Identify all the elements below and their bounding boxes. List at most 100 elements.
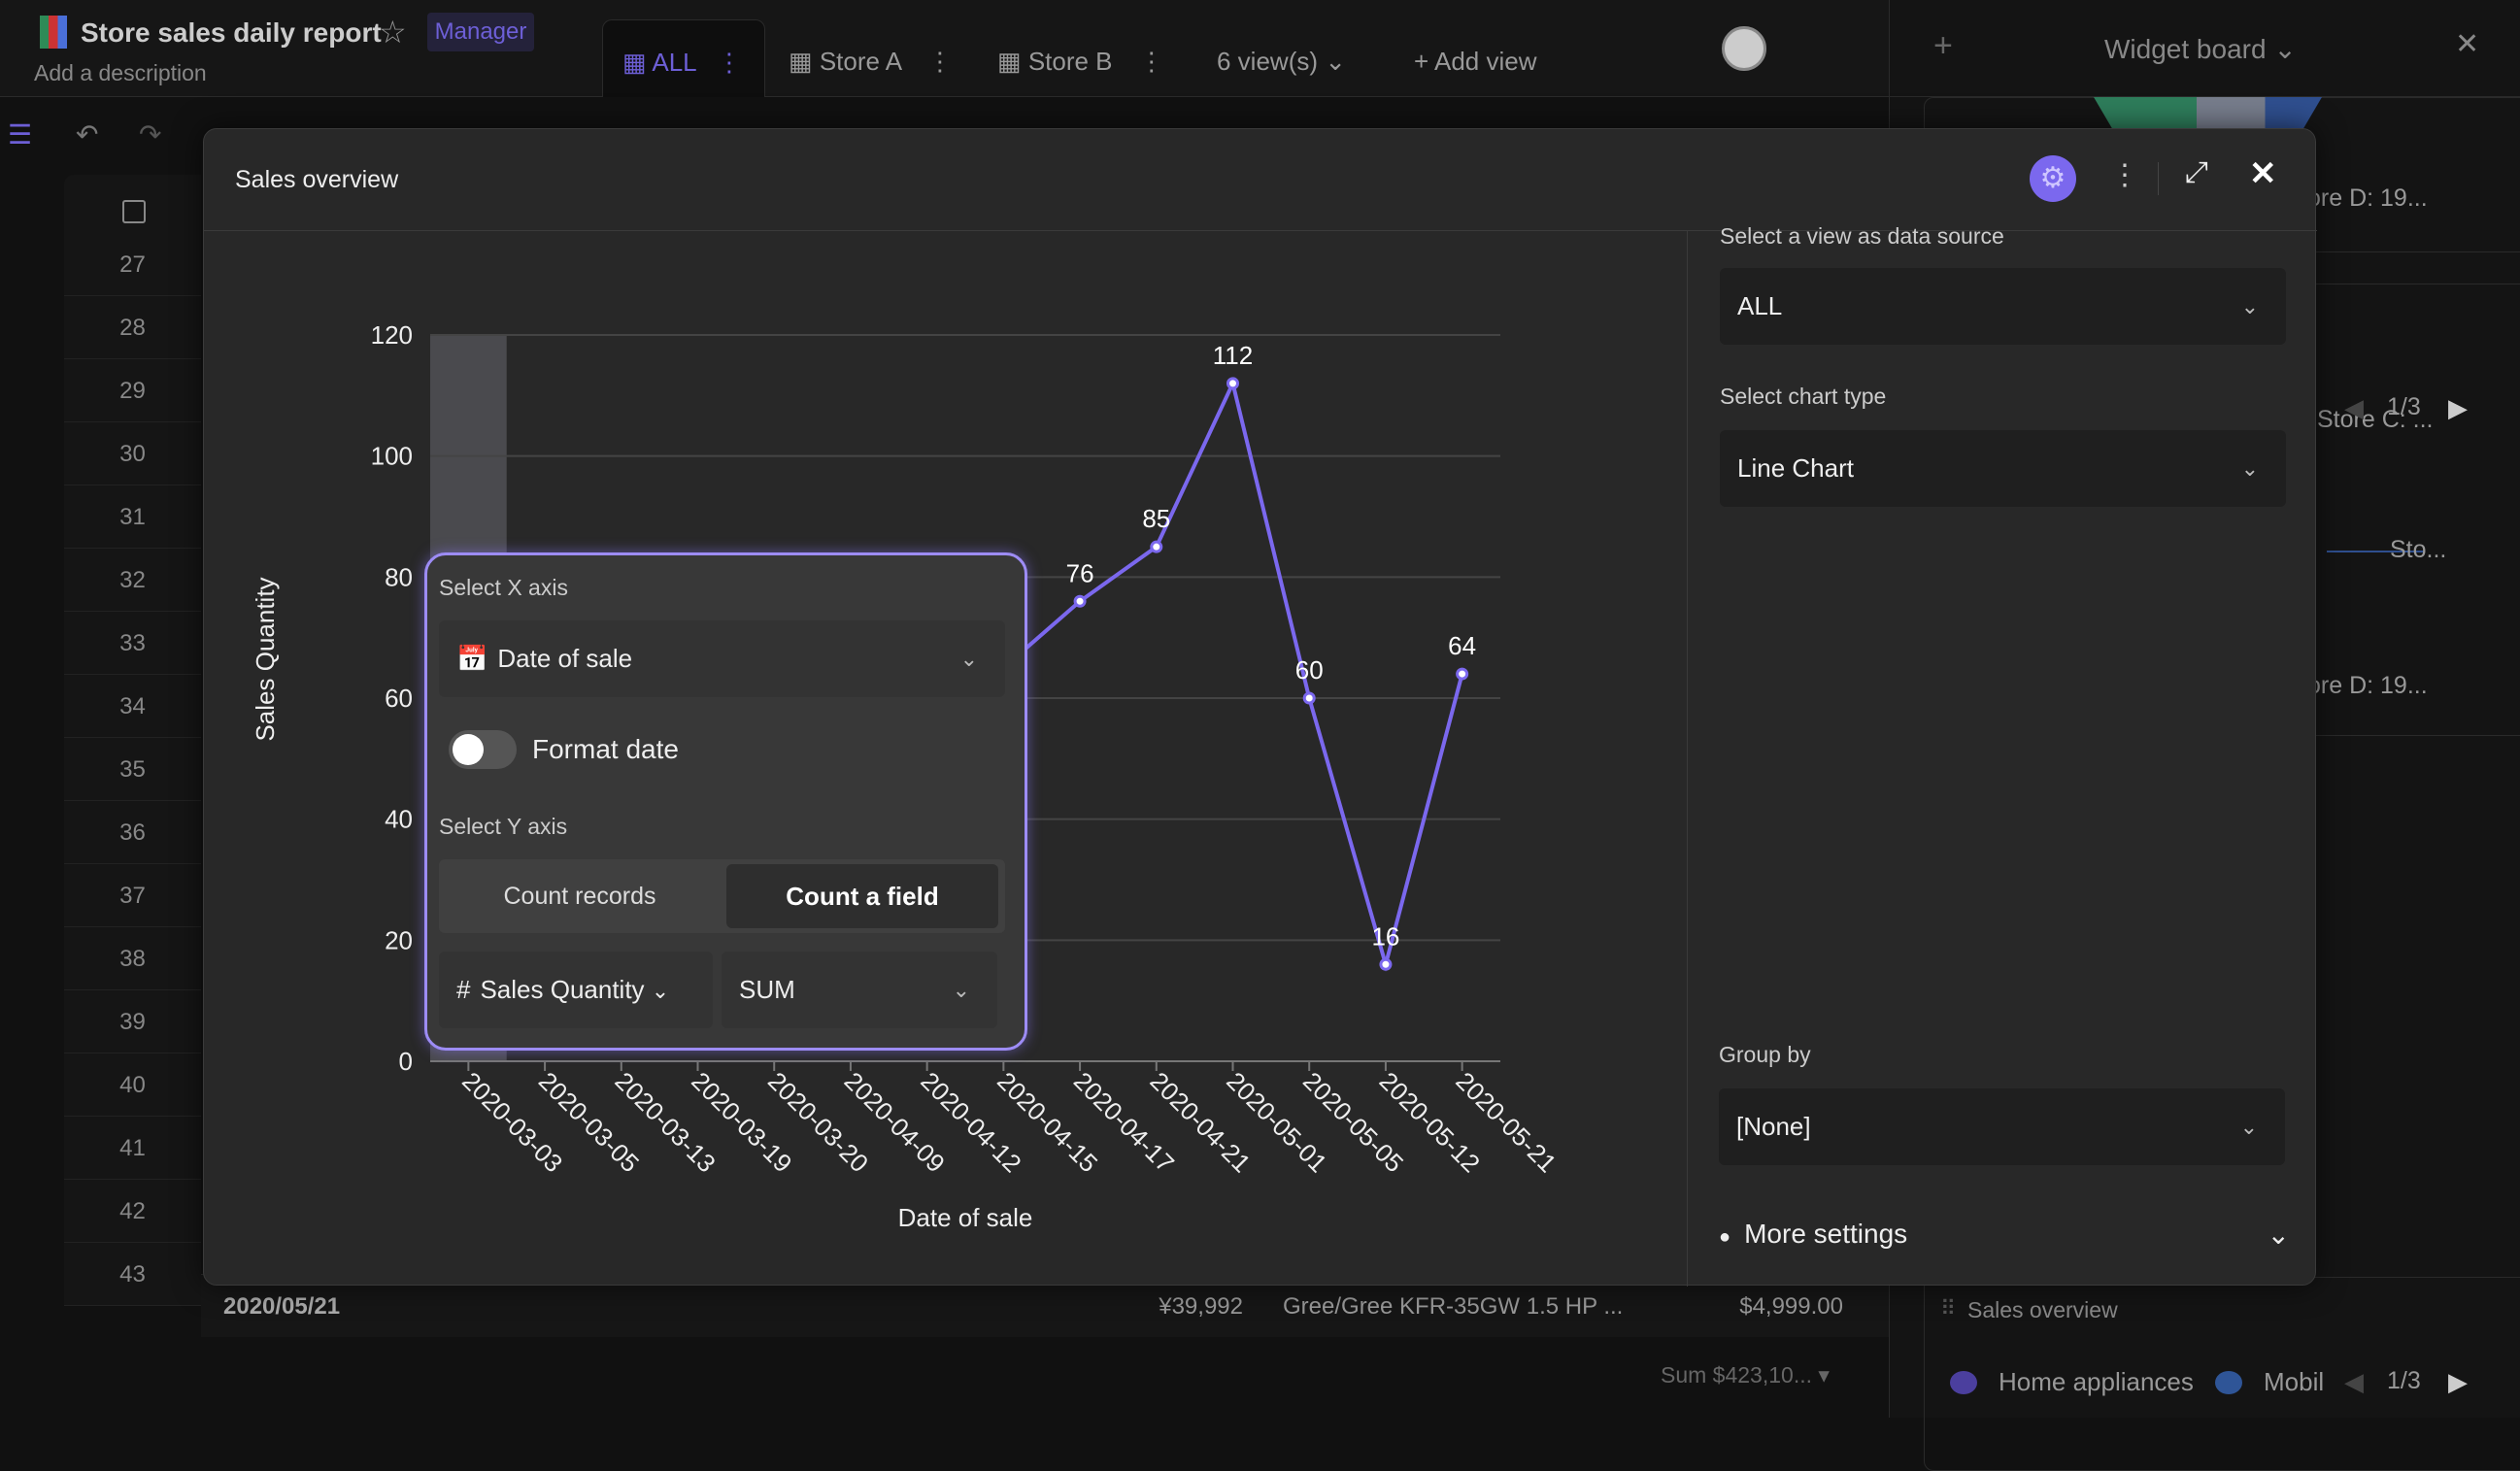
pager: 1/3 xyxy=(2387,393,2421,420)
tab-all[interactable]: ▦ ALL ⋮ xyxy=(602,19,765,97)
data-label: 16 xyxy=(1371,921,1399,951)
add-widget-icon[interactable]: + xyxy=(1933,27,1953,65)
data-source-select[interactable]: ALL ⌄ xyxy=(1720,268,2286,345)
row-number: 29 xyxy=(64,359,201,422)
y-axis-label: Select Y axis xyxy=(439,814,568,839)
document-title[interactable]: Store sales daily report xyxy=(81,17,382,49)
data-source-label: Select a view as data source xyxy=(1720,223,2004,249)
legend-item[interactable]: Home appliances xyxy=(1999,1367,2194,1397)
group-by-select[interactable]: [None] ⌄ xyxy=(1719,1088,2285,1165)
x-axis-label: Select X axis xyxy=(439,575,568,600)
data-point xyxy=(1379,957,1393,971)
modal-title: Sales overview xyxy=(235,166,399,193)
legend-item[interactable]: Mobil xyxy=(2264,1367,2324,1397)
data-point xyxy=(1150,540,1163,553)
grid-view-icon: ▦ xyxy=(622,48,647,77)
format-date-label: Format date xyxy=(532,734,679,764)
row-number: 32 xyxy=(64,549,201,612)
more-icon[interactable]: ⋮ xyxy=(1139,47,1164,76)
grid-view-icon: ▦ xyxy=(789,47,813,76)
views-dropdown[interactable]: 6 view(s) ⌄ xyxy=(1217,19,1346,97)
row-number: 35 xyxy=(64,738,201,801)
top-bar: Store sales daily report ☆ Manager Add a… xyxy=(0,0,1889,97)
x-axis-title: Date of sale xyxy=(898,1203,1033,1232)
chevron-down-icon: ⌄ xyxy=(959,647,978,671)
chart-label: Sto... xyxy=(2390,536,2447,563)
row-number: 28 xyxy=(64,296,201,359)
prev-page-icon[interactable]: ◀ xyxy=(2344,393,2364,423)
chevron-down-icon: ⌄ xyxy=(2240,294,2259,318)
next-page-icon[interactable]: ▶ xyxy=(2448,1367,2468,1397)
data-label: 60 xyxy=(1295,655,1324,685)
y-tick-label: 0 xyxy=(399,1047,413,1076)
row-number: 30 xyxy=(64,422,201,485)
more-settings-toggle[interactable]: ● More settings ⌄ xyxy=(1719,1219,2302,1250)
x-axis-field-select[interactable]: 📅 Date of sale ⌄ xyxy=(439,620,1005,697)
data-label: 64 xyxy=(1448,631,1476,660)
aggregation-select[interactable]: SUM ⌄ xyxy=(722,952,997,1028)
star-icon[interactable]: ☆ xyxy=(379,14,407,50)
redo-icon[interactable]: ↷ xyxy=(139,118,161,150)
number-field-icon: # xyxy=(456,975,471,1004)
tab-store-a[interactable]: ▦ Store A ⋮ xyxy=(789,19,953,97)
role-badge: Manager xyxy=(427,13,534,51)
prev-page-icon[interactable]: ◀ xyxy=(2344,1367,2364,1397)
chart-settings-modal: Sales overview ⚙ ⋮ ⤢ ✕ 0 20 40 60 80 100 120 20… xyxy=(203,128,2317,1287)
chevron-down-icon: ⌄ xyxy=(2240,456,2259,481)
row-number: 33 xyxy=(64,612,201,675)
chevron-down-icon: ⌄ xyxy=(1325,47,1347,76)
add-view-button[interactable]: + Add view xyxy=(1414,19,1536,97)
select-all-checkbox[interactable] xyxy=(122,200,146,223)
sidebar-toggle-icon[interactable]: ☰ xyxy=(8,118,32,150)
settings-gear-button[interactable]: ⚙ xyxy=(2030,155,2076,202)
avatar[interactable] xyxy=(1722,26,1766,71)
count-field-option[interactable]: Count a field xyxy=(726,864,998,928)
next-page-icon[interactable]: ▶ xyxy=(2448,393,2468,423)
group-by-label: Group by xyxy=(1719,1042,1811,1067)
row-number: 42 xyxy=(64,1180,201,1243)
undo-icon[interactable]: ↶ xyxy=(76,118,98,150)
close-icon[interactable]: ✕ xyxy=(2249,154,2277,193)
row-number: 37 xyxy=(64,864,201,927)
calendar-icon: 📅 xyxy=(456,644,488,673)
close-icon[interactable]: ✕ xyxy=(2455,27,2479,61)
chevron-down-icon: ⌄ xyxy=(651,979,670,1003)
y-tick-label: 40 xyxy=(385,805,413,834)
row-number: 27 xyxy=(64,233,201,296)
y-mode-segmented: Count records Count a field xyxy=(439,859,1005,933)
more-icon[interactable]: ⋮ xyxy=(2110,158,2139,192)
y-field-select[interactable]: # Sales Quantity ⌄ xyxy=(439,952,713,1028)
count-records-option[interactable]: Count records xyxy=(439,859,721,933)
format-date-toggle[interactable] xyxy=(449,730,517,769)
row-number: 38 xyxy=(64,927,201,990)
bullet-icon: ● xyxy=(1719,1226,1731,1248)
legend-dot xyxy=(2215,1371,2242,1394)
row-number: 40 xyxy=(64,1053,201,1117)
chart-type-select[interactable]: Line Chart ⌄ xyxy=(1720,430,2286,507)
app-logo-icon xyxy=(40,16,67,49)
y-tick-label: 100 xyxy=(371,442,413,471)
more-icon[interactable]: ⋮ xyxy=(927,47,953,76)
row-number: 43 xyxy=(64,1243,201,1306)
data-point xyxy=(1226,377,1239,390)
drag-handle-icon[interactable]: ⠿ xyxy=(1940,1296,1956,1321)
row-number: 34 xyxy=(64,675,201,738)
chevron-down-icon: ⌄ xyxy=(2239,1115,2258,1139)
grid-view-icon: ▦ xyxy=(997,47,1022,76)
y-tick-label: 60 xyxy=(385,684,413,713)
row-number: 41 xyxy=(64,1117,201,1180)
y-tick-label: 120 xyxy=(371,320,413,350)
grid-header xyxy=(64,175,201,233)
data-point xyxy=(1302,691,1316,705)
row-number: 39 xyxy=(64,990,201,1053)
expand-icon[interactable]: ⤢ xyxy=(2185,156,2208,189)
widget-board-dropdown[interactable]: Widget board ⌄ xyxy=(2104,33,2297,65)
footer-sum[interactable]: Sum $423,10... ▾ xyxy=(1661,1362,1830,1388)
tab-store-b[interactable]: ▦ Store B ⋮ xyxy=(997,19,1164,97)
data-point xyxy=(1456,667,1469,681)
axis-settings-section: Select X axis 📅 Date of sale ⌄ Format date… xyxy=(424,552,1027,1051)
legend-dot xyxy=(1950,1371,1977,1394)
description-field[interactable]: Add a description xyxy=(34,60,207,86)
more-icon[interactable]: ⋮ xyxy=(717,48,742,77)
row-number: 36 xyxy=(64,801,201,864)
